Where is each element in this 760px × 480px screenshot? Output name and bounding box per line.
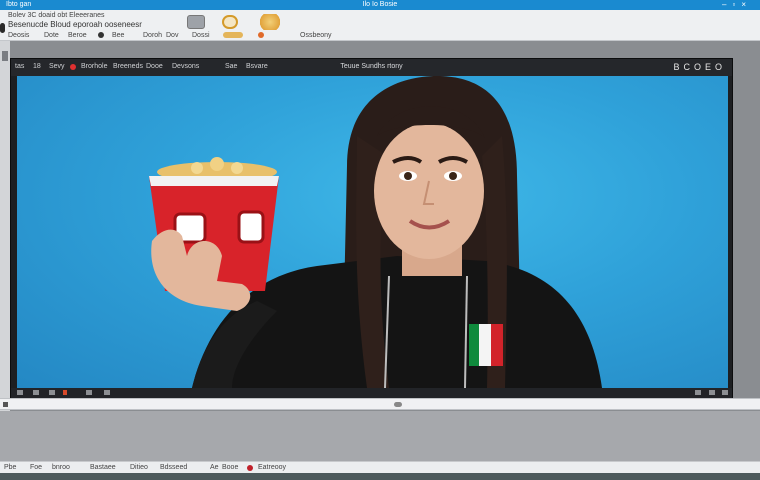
- flag-white-band: [479, 324, 491, 366]
- close-icon[interactable]: ×: [741, 0, 752, 9]
- flag-green-band: [469, 324, 479, 366]
- ribbon-toolbar: Bolev 3C doaid obt Eleeeranes Besenucde …: [0, 10, 760, 41]
- ribbon-item[interactable]: Dov: [166, 32, 178, 40]
- status-icon[interactable]: [33, 390, 39, 395]
- taskbar-item[interactable]: Ae: [210, 464, 219, 472]
- popcorn-icon[interactable]: [258, 14, 282, 30]
- window-title: Ilo Io Bosie: [362, 1, 398, 8]
- desktop-edge: [0, 473, 760, 480]
- status-icon[interactable]: [104, 390, 110, 395]
- status-icon[interactable]: [49, 390, 55, 395]
- app-menubar: tas 18 Sevy Brorhole Breeneds Dooe Devso…: [11, 59, 732, 76]
- ribbon-item[interactable]: Beroe: [68, 32, 87, 40]
- minimize-icon[interactable]: ‒: [722, 0, 732, 9]
- flag-red-band: [491, 324, 503, 366]
- app-window: tas 18 Sevy Brorhole Breeneds Dooe Devso…: [10, 58, 733, 398]
- bucket-rim: [149, 176, 279, 186]
- status-icon[interactable]: [63, 390, 67, 395]
- taskbar: Pbe Foe bnroo Bastaee Ditieo Bdsseed Ae …: [0, 461, 760, 473]
- scroll-thumb-icon[interactable]: [394, 402, 402, 407]
- monitor-icon[interactable]: [187, 15, 205, 29]
- title-bar: Ibto gan Ilo Io Bosie ‒▫×: [0, 0, 760, 10]
- ribbon-line-2: Besenucde Bloud eporoah ooseneesr: [8, 20, 142, 29]
- status-icon[interactable]: [17, 390, 23, 395]
- ribbon-item[interactable]: Ossbeony: [300, 32, 332, 40]
- taskbar-item[interactable]: Bastaee: [90, 464, 116, 472]
- popcorn-kernel: [210, 157, 224, 171]
- taskbar-item[interactable]: Booe: [222, 464, 238, 472]
- video-viewport[interactable]: [17, 76, 728, 388]
- app-control-icon[interactable]: O: [694, 62, 705, 72]
- status-icon[interactable]: [709, 390, 715, 395]
- ribbon-item[interactable]: Dossi: [192, 32, 210, 40]
- ribbon-item[interactable]: Deosis: [8, 32, 29, 40]
- left-pupil: [404, 172, 412, 180]
- window-controls[interactable]: ‒▫×: [722, 0, 752, 9]
- app-control-icon[interactable]: O: [715, 62, 726, 72]
- ribbon-item[interactable]: Doroh: [143, 32, 162, 40]
- left-panel-strip: [0, 41, 10, 411]
- app-control-icon[interactable]: B: [673, 62, 683, 72]
- taskbar-item[interactable]: Eatreooy: [258, 464, 286, 472]
- popcorn-kernel: [231, 162, 243, 174]
- bucket-label-right: [237, 210, 265, 244]
- taskbar-item[interactable]: Pbe: [4, 464, 16, 472]
- corner-icon[interactable]: [3, 402, 8, 407]
- taskbar-item[interactable]: Bdsseed: [160, 464, 187, 472]
- taskbar-item[interactable]: Foe: [30, 464, 42, 472]
- app-status-bar: [11, 388, 732, 398]
- panel-grip-icon[interactable]: [2, 51, 8, 61]
- empty-workspace: [0, 411, 760, 461]
- face-shape: [374, 123, 484, 259]
- status-icon[interactable]: [86, 390, 92, 395]
- taskbar-item[interactable]: bnroo: [52, 464, 70, 472]
- window-bottom-bar: [0, 398, 760, 410]
- popcorn-kernel: [191, 162, 203, 174]
- red-dot-icon[interactable]: [247, 465, 253, 471]
- dot-icon[interactable]: [98, 32, 104, 38]
- highlight-icon[interactable]: [223, 32, 243, 38]
- app-control-icon[interactable]: E: [705, 62, 715, 72]
- right-pupil: [449, 172, 457, 180]
- ring-icon[interactable]: [222, 15, 238, 29]
- app-right-controls[interactable]: BCOEO: [673, 62, 726, 72]
- status-icon[interactable]: [695, 390, 701, 395]
- taskbar-item[interactable]: Ditieo: [130, 464, 148, 472]
- orange-dot-icon[interactable]: [258, 32, 264, 38]
- maximize-icon[interactable]: ▫: [732, 0, 741, 9]
- ribbon-item[interactable]: Dote: [44, 32, 59, 40]
- ribbon-item[interactable]: Bee: [112, 32, 124, 40]
- video-frame-illustration: [149, 76, 602, 388]
- app-control-icon[interactable]: C: [683, 62, 694, 72]
- app-title: Teuue Sundhs rtony: [340, 63, 403, 70]
- status-icon[interactable]: [722, 390, 728, 395]
- sidebar-handle-icon: [0, 23, 5, 33]
- ribbon-line-1: Bolev 3C doaid obt Eleeeranes: [8, 12, 105, 19]
